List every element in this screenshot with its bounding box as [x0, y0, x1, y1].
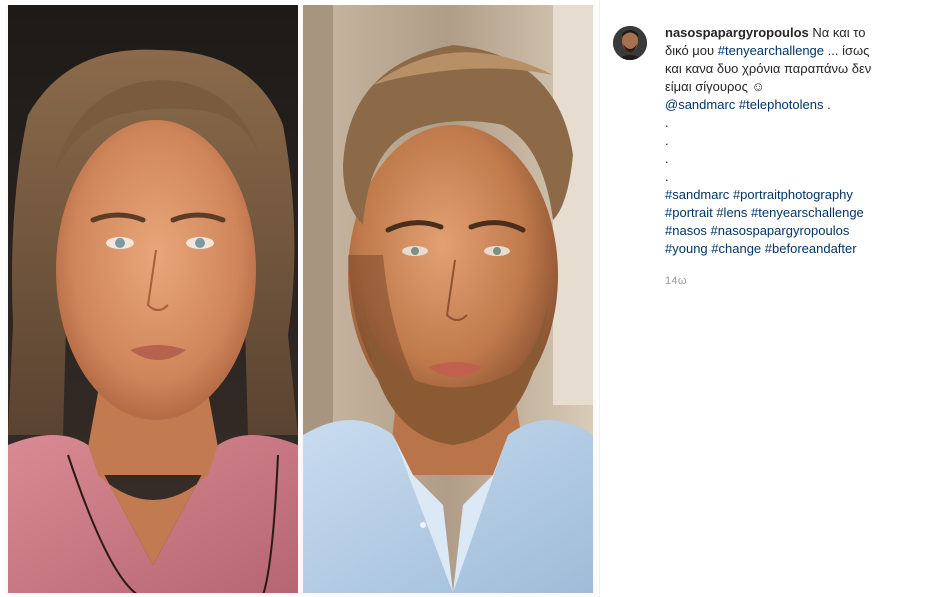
portrait-before-image [8, 5, 298, 593]
hashtag-change[interactable]: #change [711, 241, 761, 256]
instagram-post: nasospapargyropoulos Να και το δικό μου … [0, 0, 935, 597]
hashtag-line-2: #portrait #lens #tenyearschallenge [665, 204, 905, 222]
caption-dot: . [665, 115, 669, 130]
caption-line-4: είμαι σίγουρος ☺ [665, 79, 765, 94]
hashtag-line-1: #sandmarc #portraitphotography [665, 186, 905, 204]
hashtag-line-3: #nasos #nasospapargyropoulos [665, 222, 905, 240]
panel-divider [599, 0, 600, 597]
hashtag-telephotolens[interactable]: #telephotolens [739, 97, 824, 112]
hashtag-nasospapargyropoulos[interactable]: #nasospapargyropoulos [711, 223, 850, 238]
hashtag-nasos[interactable]: #nasos [665, 223, 707, 238]
avatar-image [613, 26, 647, 60]
hashtag-line-4: #young #change #beforeandafter [665, 240, 905, 258]
caption-intro: Να και το [812, 25, 866, 40]
hashtag-portrait[interactable]: #portrait [665, 205, 713, 220]
mention-sandmarc[interactable]: @sandmarc [665, 97, 735, 112]
hashtag-lens[interactable]: #lens [716, 205, 747, 220]
caption-line2-post: ... ίσως [827, 43, 870, 58]
hashtag-tenyearschallenge[interactable]: #tenyearschallenge [751, 205, 864, 220]
caption-line2-pre: δικό μου [665, 43, 715, 58]
caption-line-1: nasospapargyropoulos Να και το [665, 24, 905, 42]
caption-line5-post: . [823, 97, 831, 112]
caption-line-3: και κανα δυο χρόνια παραπάνω δεν [665, 61, 872, 76]
caption-dot: . [665, 169, 669, 184]
caption-dot: . [665, 151, 669, 166]
hashtag-tenyearchallenge[interactable]: #tenyearchallenge [718, 43, 824, 58]
portrait-after-image [303, 5, 593, 593]
caption-line-5: @sandmarc #telephotolens . [665, 96, 905, 114]
avatar[interactable] [613, 26, 647, 60]
caption-dot: . [665, 133, 669, 148]
photo-before [8, 5, 298, 593]
hashtag-portraitphotography[interactable]: #portraitphotography [733, 187, 853, 202]
hashtag-young[interactable]: #young [665, 241, 708, 256]
post-media[interactable] [5, 5, 597, 595]
caption-line-2: δικό μου #tenyearchallenge ... ίσως [665, 42, 905, 60]
caption-text: nasospapargyropoulos Να και το δικό μου … [665, 24, 905, 258]
photo-after [303, 5, 593, 593]
hashtag-beforeandafter[interactable]: #beforeandafter [765, 241, 857, 256]
hashtag-sandmarc[interactable]: #sandmarc [665, 187, 729, 202]
username-link[interactable]: nasospapargyropoulos [665, 25, 809, 40]
post-timestamp[interactable]: 14ω [665, 275, 687, 287]
